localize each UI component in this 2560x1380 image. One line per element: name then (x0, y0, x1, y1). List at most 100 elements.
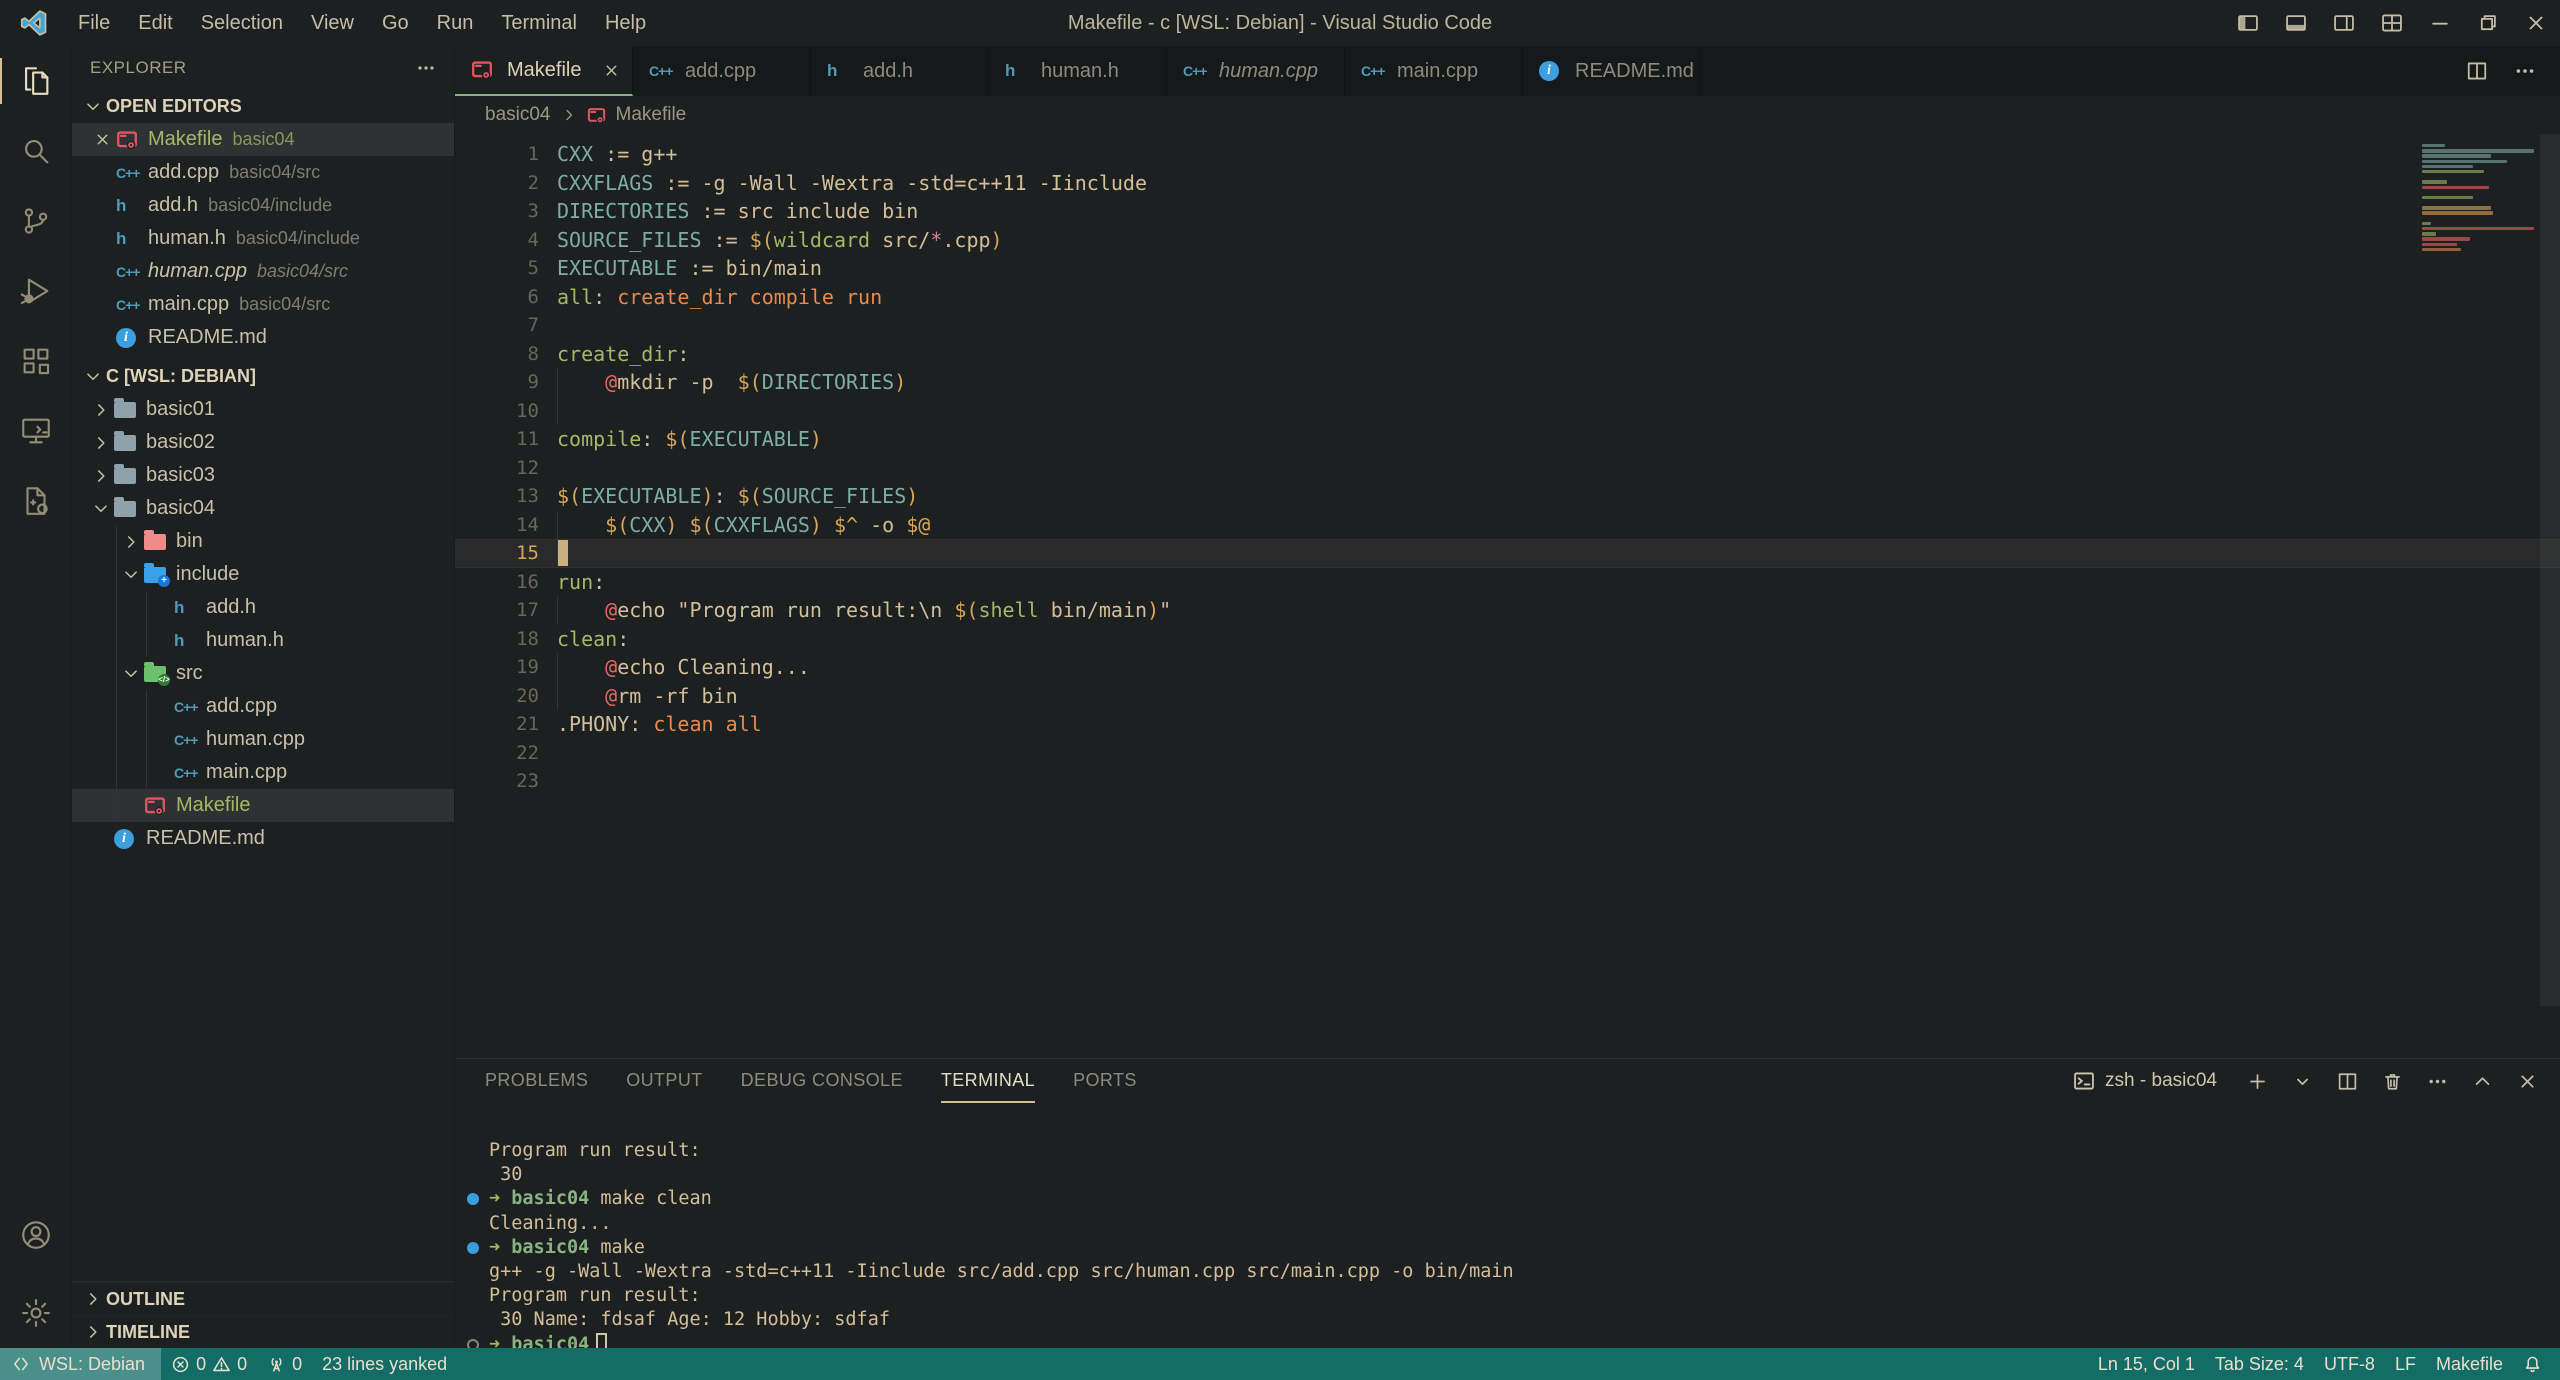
tree-item-basic02[interactable]: basic02 (72, 426, 454, 459)
code-line-14[interactable]: 14 $(CXX) $(CXXFLAGS) $^ -o $@ (455, 511, 2560, 540)
menu-go[interactable]: Go (368, 0, 423, 46)
open-editors-section-header[interactable]: OPEN EDITORS (72, 90, 454, 123)
open-editor-add.cpp[interactable]: C++add.cppbasic04/src (72, 156, 454, 189)
panel-tab-ports[interactable]: PORTS (1073, 1059, 1137, 1103)
maximize-panel-icon[interactable] (2472, 1071, 2493, 1092)
tree-item-add.cpp[interactable]: C++add.cpp (72, 690, 454, 723)
code-line-2[interactable]: 2CXXFLAGS := -g -Wall -Wextra -std=c++11… (455, 169, 2560, 198)
code-line-19[interactable]: 19 @echo Cleaning... (455, 653, 2560, 682)
activitybar-search[interactable] (0, 116, 72, 186)
activitybar-source-control[interactable] (0, 186, 72, 256)
activitybar-run-and-debug[interactable] (0, 256, 72, 326)
timeline-section-header[interactable]: TIMELINE (72, 1315, 454, 1348)
new-terminal-icon[interactable] (2247, 1071, 2268, 1092)
kill-terminal-icon[interactable] (2382, 1071, 2403, 1092)
tree-item-basic03[interactable]: basic03 (72, 459, 454, 492)
tree-item-main.cpp[interactable]: C++main.cpp (72, 756, 454, 789)
open-editor-Makefile[interactable]: Makefilebasic04 (72, 123, 454, 156)
tree-item-include[interactable]: +include (72, 558, 454, 591)
open-editor-human.cpp[interactable]: C++human.cppbasic04/src (72, 255, 454, 288)
outline-section-header[interactable]: OUTLINE (72, 1282, 454, 1315)
customize-layout-icon[interactable] (2368, 0, 2416, 46)
tab-README.md[interactable]: iREADME.md (1523, 46, 1701, 96)
activitybar-extensions[interactable] (0, 326, 72, 396)
panel-more-icon[interactable] (2427, 1071, 2448, 1092)
language-mode[interactable]: Makefile (2426, 1354, 2513, 1375)
panel-tab-debug-console[interactable]: DEBUG CONSOLE (741, 1059, 903, 1103)
minimap[interactable] (2422, 144, 2538, 263)
tree-item-basic04[interactable]: basic04 (72, 492, 454, 525)
code-line-16[interactable]: 16run: (455, 568, 2560, 597)
close-panel-icon[interactable] (2517, 1071, 2538, 1092)
menu-help[interactable]: Help (591, 0, 660, 46)
tab-main.cpp[interactable]: C++main.cpp (1345, 46, 1523, 96)
breadcrumb-folder[interactable]: basic04 (485, 104, 551, 126)
code-line-4[interactable]: 4SOURCE_FILES := $(wildcard src/*.cpp) (455, 226, 2560, 255)
code-line-23[interactable]: 23 (455, 767, 2560, 796)
code-line-11[interactable]: 11compile: $(EXECUTABLE) (455, 425, 2560, 454)
code-line-12[interactable]: 12 (455, 454, 2560, 483)
close-tab-icon[interactable] (603, 62, 620, 79)
open-editor-human.h[interactable]: hhuman.hbasic04/include (72, 222, 454, 255)
indentation[interactable]: Tab Size: 4 (2205, 1354, 2314, 1375)
tab-human.h[interactable]: hhuman.h (989, 46, 1167, 96)
activitybar-accounts[interactable] (0, 1200, 72, 1270)
open-editor-main.cpp[interactable]: C++main.cppbasic04/src (72, 288, 454, 321)
tree-item-human.h[interactable]: hhuman.h (72, 624, 454, 657)
menu-run[interactable]: Run (423, 0, 488, 46)
code-line-1[interactable]: 1CXX := g++ (455, 140, 2560, 169)
tab-add.h[interactable]: hadd.h (811, 46, 989, 96)
tree-item-src[interactable]: </>src (72, 657, 454, 690)
code-line-5[interactable]: 5EXECUTABLE := bin/main (455, 254, 2560, 283)
tree-item-bin[interactable]: bin (72, 525, 454, 558)
ports-status[interactable]: 0 (257, 1348, 312, 1380)
breadcrumb-file[interactable]: Makefile (616, 104, 687, 126)
toggle-panel-icon[interactable] (2272, 0, 2320, 46)
editor-scrollbar[interactable] (2540, 134, 2560, 1006)
code-line-8[interactable]: 8create_dir: (455, 340, 2560, 369)
terminal-dropdown-icon[interactable] (2292, 1071, 2313, 1092)
code-line-3[interactable]: 3DIRECTORIES := src include bin (455, 197, 2560, 226)
tab-add.cpp[interactable]: C++add.cpp (633, 46, 811, 96)
menu-terminal[interactable]: Terminal (487, 0, 591, 46)
menu-file[interactable]: File (64, 0, 124, 46)
workspace-section-header[interactable]: C [WSL: DEBIAN] (72, 360, 454, 393)
close-button[interactable] (2512, 0, 2560, 46)
notifications-bell[interactable] (2513, 1355, 2552, 1374)
menu-selection[interactable]: Selection (187, 0, 297, 46)
code-line-20[interactable]: 20 @rm -rf bin (455, 682, 2560, 711)
problems-status[interactable]: 0 0 (161, 1348, 257, 1380)
command-decoration-blue[interactable] (467, 1242, 479, 1254)
code-editor[interactable]: 1CXX := g++2CXXFLAGS := -g -Wall -Wextra… (455, 134, 2560, 1058)
toggle-secondary-sidebar-icon[interactable] (2320, 0, 2368, 46)
activitybar-explorer[interactable] (0, 46, 72, 116)
tree-item-basic01[interactable]: basic01 (72, 393, 454, 426)
command-decoration-hollow[interactable] (467, 1339, 479, 1349)
panel-tab-output[interactable]: OUTPUT (626, 1059, 702, 1103)
close-editor-icon[interactable] (88, 131, 116, 148)
activitybar-remote-explorer[interactable] (0, 396, 72, 466)
code-line-18[interactable]: 18clean: (455, 625, 2560, 654)
tree-item-Makefile[interactable]: Makefile (72, 789, 454, 822)
tab-human.cpp[interactable]: C++human.cpp (1167, 46, 1345, 96)
command-decoration-blue[interactable] (467, 1193, 479, 1205)
activitybar-settings[interactable] (0, 1278, 72, 1348)
explorer-more-actions-icon[interactable] (416, 58, 436, 78)
minimize-button[interactable] (2416, 0, 2464, 46)
code-line-10[interactable]: 10 (455, 397, 2560, 426)
toggle-primary-sidebar-icon[interactable] (2224, 0, 2272, 46)
cursor-position[interactable]: Ln 15, Col 1 (2088, 1354, 2205, 1375)
terminal-title[interactable]: zsh - basic04 (2073, 1070, 2217, 1092)
split-terminal-icon[interactable] (2337, 1071, 2358, 1092)
code-line-21[interactable]: 21.PHONY: clean all (455, 710, 2560, 739)
menu-edit[interactable]: Edit (124, 0, 186, 46)
open-editor-add.h[interactable]: hadd.hbasic04/include (72, 189, 454, 222)
remote-indicator[interactable]: WSL: Debian (0, 1348, 161, 1380)
tab-Makefile[interactable]: Makefile (455, 46, 633, 96)
code-line-7[interactable]: 7 (455, 311, 2560, 340)
activitybar-cpp-tools[interactable] (0, 466, 72, 536)
breadcrumb[interactable]: basic04 Makefile (455, 96, 2560, 134)
code-line-22[interactable]: 22 (455, 739, 2560, 768)
panel-tab-problems[interactable]: PROBLEMS (485, 1059, 588, 1103)
terminal-output[interactable]: Program run result: 30➜ basic04 make cle… (455, 1103, 2560, 1348)
